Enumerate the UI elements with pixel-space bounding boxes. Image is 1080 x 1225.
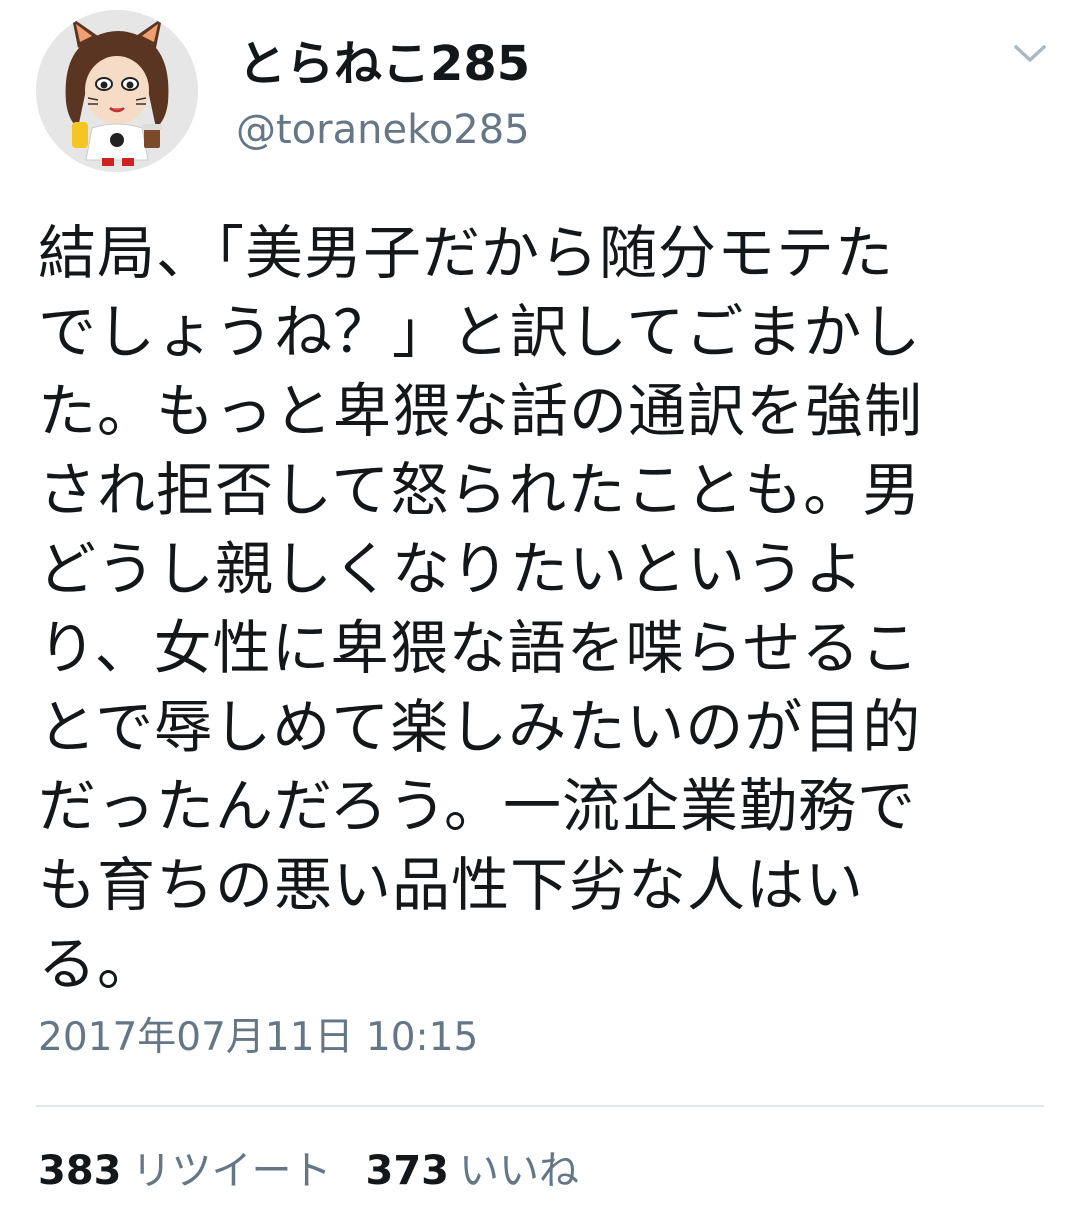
tweet-stats: 383 リツイート 373 いいね [38, 1146, 613, 1196]
avatar[interactable] [36, 10, 198, 172]
likes-label: いいね [459, 1148, 579, 1194]
retweets-label: リツイート [131, 1148, 332, 1194]
display-name[interactable]: とらねこ285 [238, 36, 530, 92]
retweets-count: 383 [38, 1148, 122, 1194]
tweet-detail: とらねこ285 @toraneko285 結局、「美男子だから随分モテた でしょ… [0, 0, 1080, 1225]
screen-name[interactable]: @toraneko285 [236, 106, 530, 154]
divider [36, 1105, 1044, 1107]
likes-stat[interactable]: 373 いいね [366, 1146, 580, 1196]
tweet-timestamp[interactable]: 2017年07月11日 10:15 [38, 1014, 478, 1062]
retweets-stat[interactable]: 383 リツイート [38, 1146, 332, 1196]
avatar-illustration [36, 10, 198, 172]
tweet-text: 結局、「美男子だから随分モテた でしょうね？」と訳してごまかし た。もっと卑猥な… [38, 219, 924, 998]
likes-count: 373 [365, 1148, 450, 1194]
chevron-down-icon[interactable] [1012, 42, 1048, 66]
